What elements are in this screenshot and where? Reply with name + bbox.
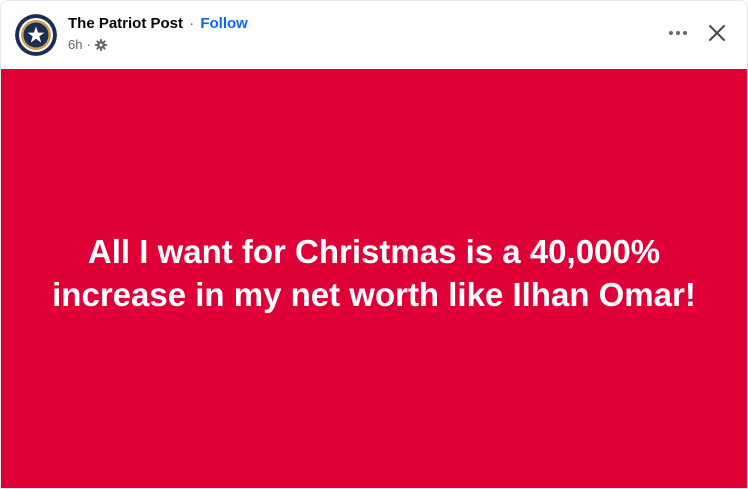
patriot-post-logo-icon	[15, 14, 57, 56]
meta-separator: ·	[86, 37, 91, 52]
more-options-icon	[669, 31, 687, 35]
post-text-line: All I want for Christmas is a 40,000%	[87, 232, 661, 270]
post-title-row: The Patriot Post · Follow	[68, 14, 248, 34]
close-icon	[709, 25, 725, 41]
page-name-link[interactable]: The Patriot Post	[68, 15, 183, 32]
gear-icon[interactable]	[94, 39, 107, 51]
post-text-line: increase in my net worth like Ilhan Omar…	[52, 275, 696, 313]
post-image-text: All I want for Christmas is a 40,000% in…	[44, 230, 704, 316]
post-header: The Patriot Post · Follow 6h ·	[1, 1, 747, 69]
post-timestamp[interactable]: 6h	[68, 36, 82, 54]
post-card: The Patriot Post · Follow 6h · All I wan…	[0, 0, 748, 489]
more-options-button[interactable]	[661, 17, 695, 49]
title-separator: ·	[189, 15, 195, 32]
follow-button[interactable]: Follow	[200, 15, 248, 32]
close-button[interactable]	[701, 17, 733, 49]
post-meta-row: 6h ·	[68, 36, 107, 54]
post-image[interactable]: All I want for Christmas is a 40,000% in…	[1, 69, 747, 488]
page-avatar[interactable]	[15, 14, 57, 56]
